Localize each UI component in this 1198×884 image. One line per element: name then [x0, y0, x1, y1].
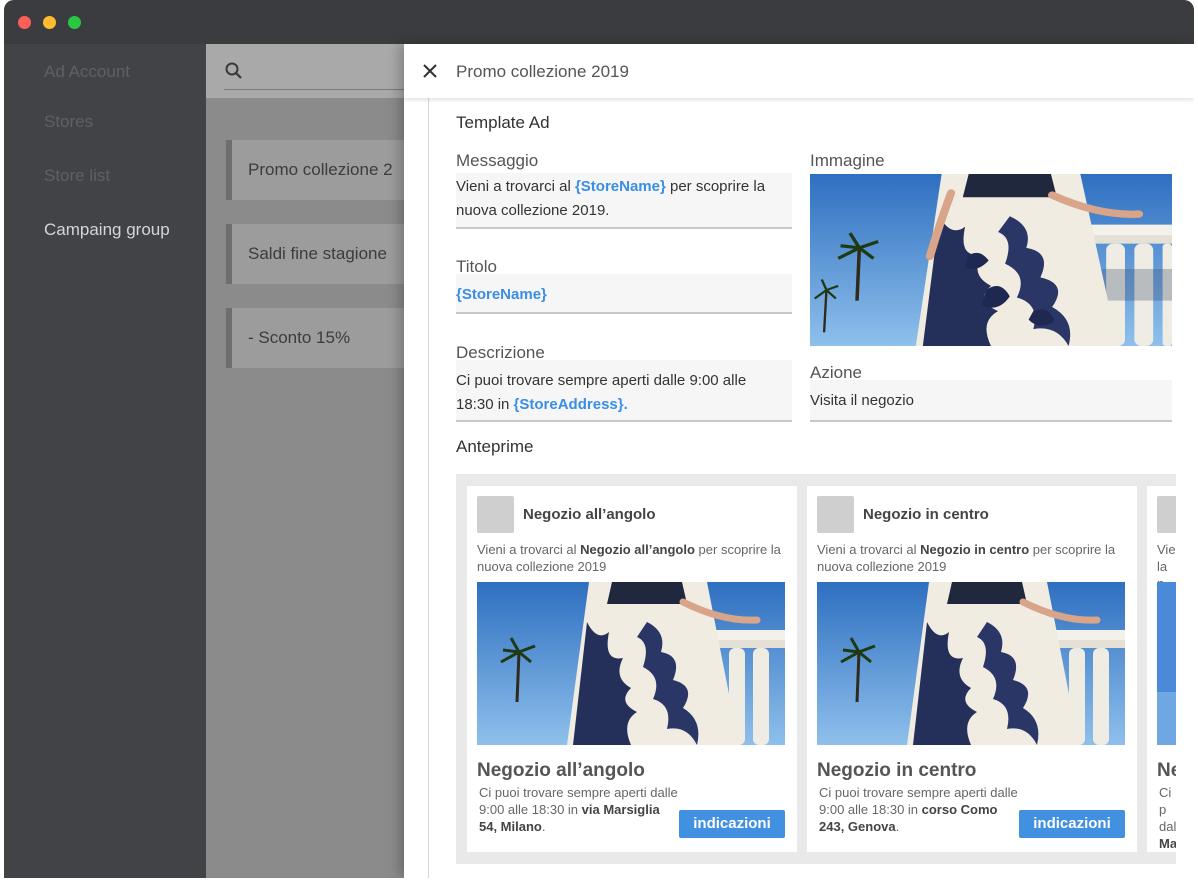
sidebar-item-stores[interactable]: Stores: [44, 112, 93, 132]
preview-message: Vieni a trovarci al Negozio in centro pe…: [817, 542, 1116, 574]
campaign-name: - Sconto 15%: [248, 328, 351, 347]
window-maximize-button[interactable]: [68, 16, 81, 29]
preview-card: Negozio in centro Vieni a trovarci al Ne…: [807, 486, 1137, 852]
preview-image: [477, 582, 785, 745]
ad-image-graphic: [810, 174, 1172, 346]
preview-headline: Ne: [1157, 760, 1176, 781]
sidebar: Ad Account Stores Store list Campaing gr…: [4, 44, 206, 878]
campaign-card[interactable]: Saldi fine stagione: [226, 224, 416, 284]
sidebar-item-campaign-group[interactable]: Campaing group: [44, 220, 170, 240]
preview-card: Negozio all’angolo Vieni a trovarci al N…: [467, 486, 797, 852]
preview-image-graphic: [477, 582, 785, 745]
section-previews: Anteprime: [456, 437, 534, 456]
storename-tag: {StoreName}: [574, 178, 666, 195]
directions-button[interactable]: indicazioni: [679, 810, 785, 838]
sidebar-item-store-list[interactable]: Store list: [44, 166, 110, 186]
descrizione-field[interactable]: Ci puoi trovare sempre aperti dalle 9:00…: [456, 360, 792, 422]
preview-store-name: Negozio in centro: [863, 506, 989, 523]
messaggio-text: Vieni a trovarci al: [456, 178, 575, 195]
preview-description: Ci puoi trovare sempre aperti dalle 9:00…: [819, 785, 1018, 834]
messaggio-label: Messaggio: [456, 151, 539, 170]
preview-message: Vieni a trovarci al Negozio all’angolo p…: [477, 542, 781, 574]
messaggio-field[interactable]: Vieni a trovarci al {StoreName} per scop…: [456, 173, 792, 229]
preview-headline: Negozio in centro: [817, 760, 977, 781]
storename-tag: {StoreName}: [456, 286, 547, 303]
campaign-name: Promo collezione 2: [248, 160, 393, 179]
window-titlebar: [4, 0, 1194, 44]
titolo-field[interactable]: {StoreName}: [456, 274, 792, 314]
campaign-name: Saldi fine stagione: [248, 244, 387, 263]
directions-button[interactable]: indicazioni: [1019, 810, 1125, 838]
preview-card: Viela n Ne Ci p dal Ma: [1147, 486, 1176, 852]
avatar: [1157, 496, 1176, 533]
messaggio-text: per scoprire la: [665, 178, 766, 195]
section-template-ad: Template Ad: [456, 113, 550, 132]
preview-description: Ci p dal Ma: [1159, 785, 1176, 851]
avatar: [817, 496, 854, 533]
preview-image-graphic: [1157, 582, 1176, 745]
preview-store-name: Negozio all’angolo: [523, 506, 656, 523]
storeaddress-tag: {StoreAddress}.: [513, 396, 628, 413]
messaggio-text: nuova collezione 2019.: [456, 202, 610, 219]
azione-select[interactable]: Visita il negozio: [810, 380, 1172, 422]
detail-panel: Promo collezione 2019 Template Ad Messag…: [404, 44, 1194, 878]
campaign-card[interactable]: - Sconto 15%: [226, 308, 416, 368]
campaign-card[interactable]: Promo collezione 2: [226, 140, 416, 200]
panel-divider: [428, 98, 429, 878]
preview-description: Ci puoi trovare sempre aperti dalle 9:00…: [479, 785, 678, 834]
immagine-label: Immagine: [810, 151, 885, 170]
preview-image: [817, 582, 1125, 745]
azione-value: Visita il negozio: [810, 392, 914, 409]
app-window: Ad Account Stores Store list Campaing gr…: [4, 0, 1194, 878]
preview-carousel[interactable]: Negozio all’angolo Vieni a trovarci al N…: [456, 474, 1176, 864]
avatar: [477, 496, 514, 533]
window-close-button[interactable]: [18, 16, 31, 29]
preview-headline: Negozio all’angolo: [477, 760, 645, 781]
preview-image-graphic: [817, 582, 1125, 745]
window-minimize-button[interactable]: [43, 16, 56, 29]
preview-image: [1157, 582, 1176, 745]
panel-header: Promo collezione 2019: [404, 44, 1194, 98]
descrizione-text: Ci puoi trovare sempre aperti dalle 9:00…: [456, 372, 747, 389]
panel-title: Promo collezione 2019: [456, 62, 629, 81]
search-underline: [224, 89, 404, 90]
ad-image[interactable]: [810, 174, 1172, 346]
close-icon[interactable]: [422, 63, 438, 79]
search-icon[interactable]: [224, 61, 244, 81]
sidebar-item-ad-account[interactable]: Ad Account: [44, 62, 130, 82]
descrizione-text: 18:30 in: [456, 396, 514, 413]
